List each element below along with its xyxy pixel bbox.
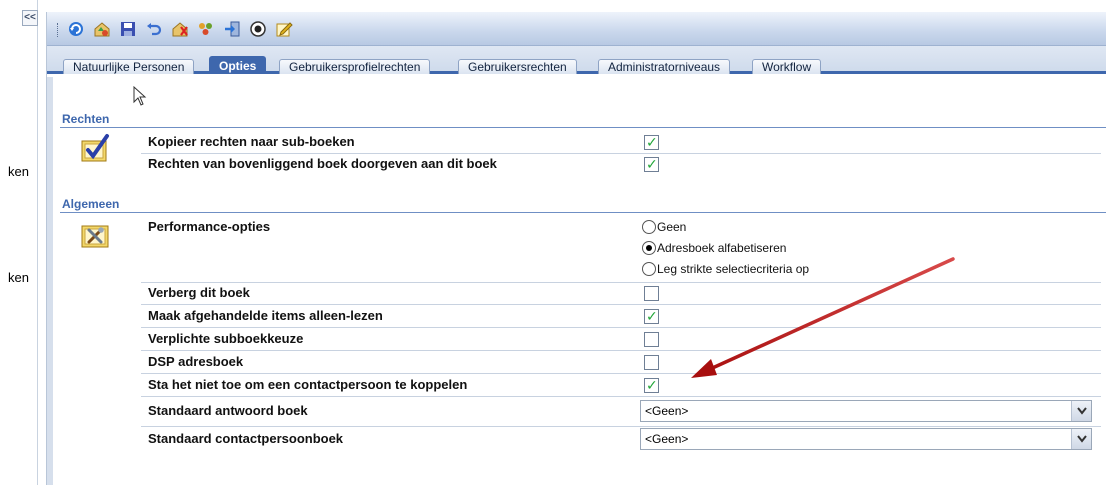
row-label-dsp-adresboek: DSP adresboek <box>148 354 244 369</box>
row-label-afgehandelde-items: Maak afgehandelde items alleen-lezen <box>148 308 383 323</box>
row-label-standaard-antwoord-boek: Standaard antwoord boek <box>148 403 308 418</box>
refresh-icon[interactable] <box>65 18 87 40</box>
row-label-contactpersoon-koppelen: Sta het niet toe om een contactpersoon t… <box>148 377 468 392</box>
save-icon[interactable] <box>117 18 139 40</box>
checkbox-rechten-doorgeven[interactable]: ✓ <box>644 156 659 172</box>
tab-administratorniveaus[interactable]: Administratorniveaus <box>598 59 731 74</box>
section-header-algemeen: Algemeen <box>60 196 1106 213</box>
select-standaard-contactpersoonboek-value: <Geen> <box>645 432 689 446</box>
left-collapsed-panel: << ken ken <box>0 0 38 485</box>
recycle-icon[interactable] <box>195 18 217 40</box>
toolbar-grip[interactable] <box>57 23 60 37</box>
collapse-panel-button[interactable]: << <box>22 10 38 26</box>
rights-checklist-icon <box>79 132 113 164</box>
tab-natuurlijke-personen[interactable]: Natuurlijke Personen <box>63 59 195 74</box>
home-recycle-icon[interactable] <box>91 18 113 40</box>
radio-geen-label: Geen <box>657 220 687 234</box>
row-label-verplichte-subboekkeuze: Verplichte subboekkeuze <box>148 331 304 346</box>
annotation-arrow-icon <box>691 257 955 378</box>
mouse-cursor-icon <box>133 86 147 106</box>
row-label-kopieer-rechten: Kopieer rechten naar sub-boeken <box>148 134 355 149</box>
tab-bar: Natuurlijke Personen Opties Gebruikerspr… <box>47 46 1106 74</box>
tab-gebruikersprofielrechten[interactable]: Gebruikersprofielrechten <box>279 59 431 74</box>
tab-opties[interactable]: Opties <box>209 56 267 74</box>
left-label-1: ken <box>8 164 29 179</box>
undo-icon[interactable] <box>143 18 165 40</box>
delete-icon[interactable] <box>169 18 191 40</box>
chevron-down-icon[interactable] <box>1071 401 1091 421</box>
edit-icon[interactable] <box>273 18 295 40</box>
checkbox-kopieer-rechten[interactable]: ✓ <box>644 134 659 150</box>
export-icon[interactable] <box>221 18 243 40</box>
radio-geen[interactable]: Geen <box>642 220 686 234</box>
options-panel: Natuurlijke Personen Opties Gebruikerspr… <box>46 12 1106 485</box>
row-label-verberg-dit-boek: Verberg dit boek <box>148 285 250 300</box>
toolbar <box>47 12 1106 46</box>
section-header-rechten: Rechten <box>60 111 1106 128</box>
left-label-2: ken <box>8 270 29 285</box>
chevron-down-icon[interactable] <box>1071 429 1091 449</box>
general-settings-icon <box>79 217 113 249</box>
row-label-performance-opties: Performance-opties <box>148 219 271 234</box>
radio-geen-dot[interactable] <box>642 220 656 234</box>
row-divider <box>141 426 1101 427</box>
tab-workflow[interactable]: Workflow <box>752 59 822 74</box>
options-content: Rechten Kopieer rechten naar sub-boeken … <box>47 77 1106 485</box>
select-standaard-contactpersoonboek[interactable]: <Geen> <box>640 428 1092 450</box>
select-standaard-antwoord-boek-value: <Geen> <box>645 404 689 418</box>
select-standaard-antwoord-boek[interactable]: <Geen> <box>640 400 1092 422</box>
row-label-rechten-doorgeven: Rechten van bovenliggend boek doorgeven … <box>148 156 497 171</box>
tab-gebruikersrechten[interactable]: Gebruikersrechten <box>458 59 577 74</box>
row-label-standaard-contactpersoonboek: Standaard contactpersoonboek <box>148 431 344 446</box>
preview-icon[interactable] <box>247 18 269 40</box>
row-divider <box>141 153 1101 154</box>
